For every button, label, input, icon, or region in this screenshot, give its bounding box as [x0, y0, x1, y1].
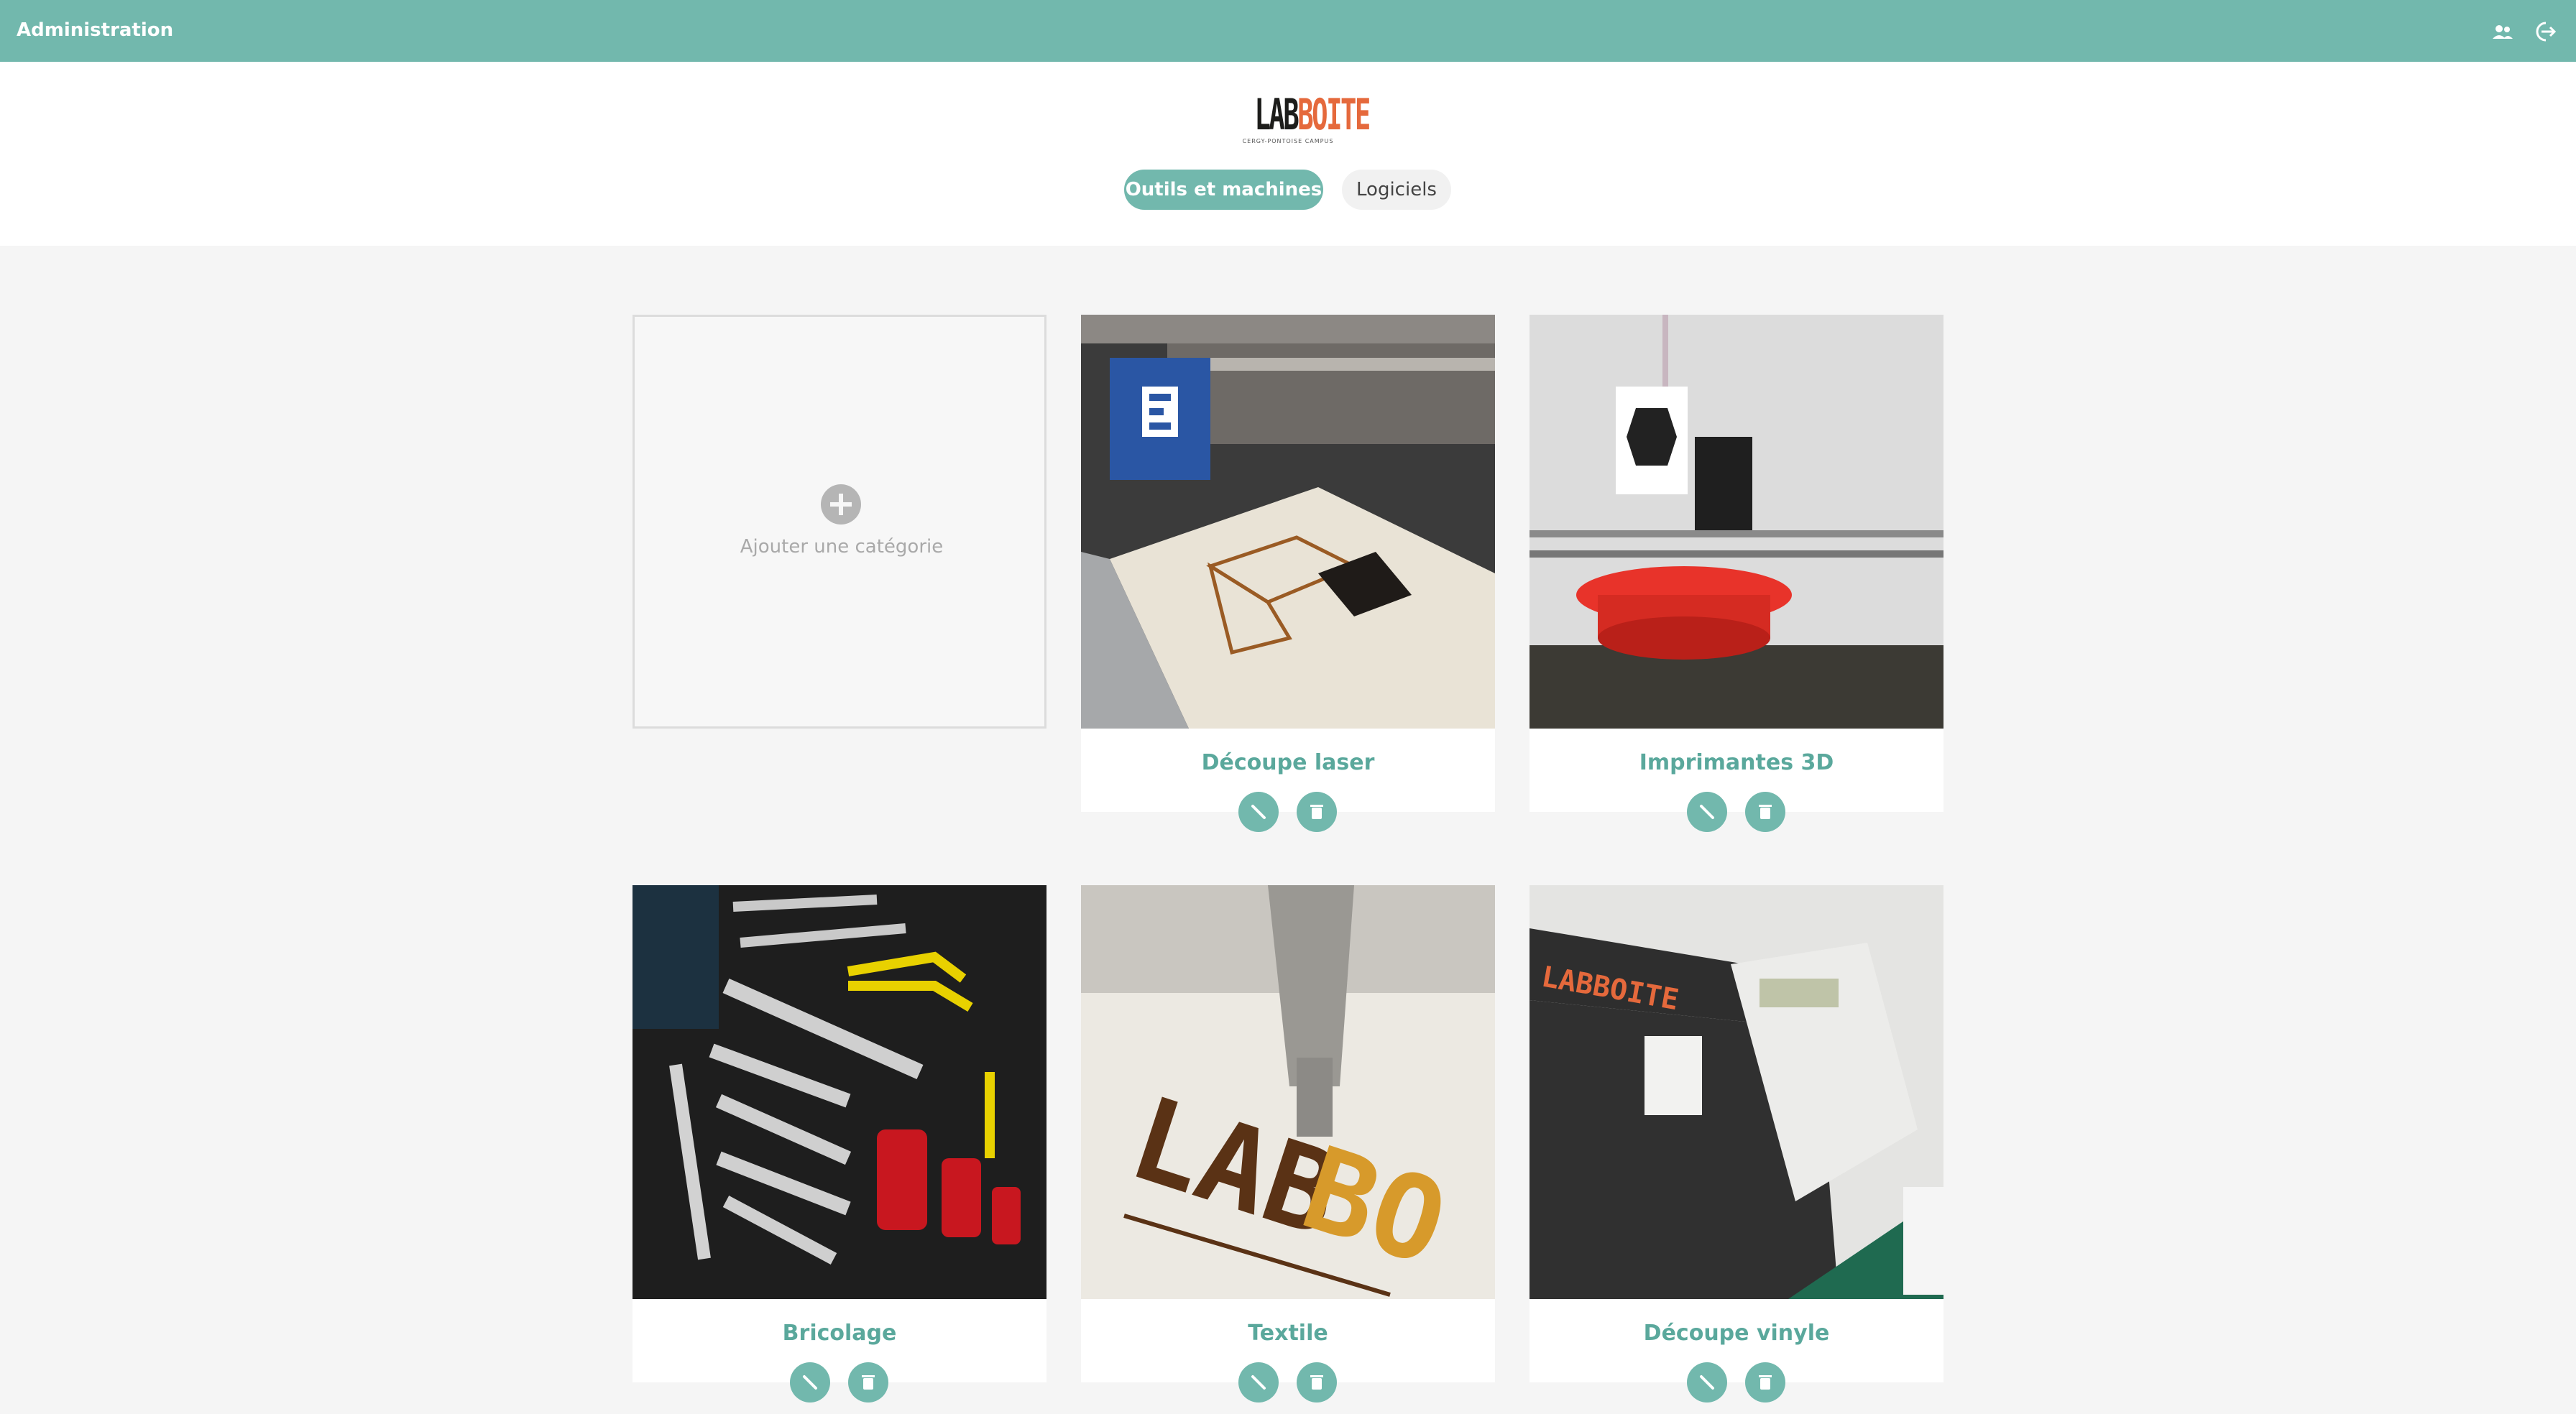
edit-button[interactable]: [1687, 1362, 1727, 1403]
labboite-logo: LABBOITE CERGY-PONTOISE CAMPUS: [1242, 90, 1371, 144]
category-card: LAB BO Textile: [1081, 885, 1495, 1403]
category-card: Bricolage: [632, 885, 1046, 1403]
pencil-icon: [803, 1375, 817, 1390]
category-card: Découpe laser: [1081, 315, 1495, 832]
edit-button[interactable]: [1687, 792, 1727, 832]
category-name: Découpe laser: [1201, 750, 1375, 775]
tab-logiciels[interactable]: Logiciels: [1342, 170, 1451, 210]
trash-icon: [862, 1375, 875, 1390]
vinyl-cutter-image[interactable]: LABBOITE: [1530, 885, 1944, 1299]
delete-button[interactable]: [1745, 1362, 1785, 1403]
top-bar: Administration: [0, 0, 2576, 62]
edit-button[interactable]: [790, 1362, 830, 1403]
plus-circle-icon: [820, 484, 862, 525]
category-tabs: Outils et machines Logiciels: [0, 170, 2576, 211]
users-icon[interactable]: [2488, 17, 2517, 46]
add-category-label: Ajouter une catégorie: [740, 536, 944, 558]
delete-button[interactable]: [1297, 792, 1337, 832]
pencil-icon: [1251, 805, 1266, 819]
category-card: LABBOITE Découpe vinyle: [1530, 885, 1944, 1403]
3d-printer-image[interactable]: [1530, 315, 1944, 729]
embroidery-image[interactable]: LAB BO: [1081, 885, 1495, 1299]
category-name: Bricolage: [782, 1321, 897, 1346]
card-footer: Textile: [1081, 1299, 1495, 1403]
category-card: Imprimantes 3D: [1530, 315, 1944, 832]
category-name: Imprimantes 3D: [1639, 750, 1834, 775]
trash-icon: [1759, 805, 1772, 819]
card-footer: Découpe laser: [1081, 729, 1495, 832]
logout-icon[interactable]: [2530, 17, 2559, 46]
app-title: Administration: [17, 19, 174, 41]
add-category-card[interactable]: Ajouter une catégorie: [632, 315, 1046, 729]
edit-button[interactable]: [1238, 792, 1279, 832]
trash-icon: [1310, 805, 1323, 819]
tab-outils-et-machines[interactable]: Outils et machines: [1124, 170, 1323, 210]
delete-button[interactable]: [1297, 1362, 1337, 1403]
category-name: Textile: [1248, 1321, 1328, 1346]
tools-image[interactable]: [632, 885, 1046, 1299]
pencil-icon: [1251, 1375, 1266, 1390]
laser-cutter-image[interactable]: [1081, 315, 1495, 729]
trash-icon: [1310, 1375, 1323, 1390]
category-name: Découpe vinyle: [1643, 1321, 1830, 1346]
delete-button[interactable]: [1745, 792, 1785, 832]
edit-button[interactable]: [1238, 1362, 1279, 1403]
trash-icon: [1759, 1375, 1772, 1390]
card-footer: Bricolage: [632, 1299, 1046, 1403]
card-footer: Imprimantes 3D: [1530, 729, 1944, 832]
pencil-icon: [1700, 805, 1714, 819]
card-footer: Découpe vinyle: [1530, 1299, 1944, 1403]
delete-button[interactable]: [848, 1362, 888, 1403]
pencil-icon: [1700, 1375, 1714, 1390]
